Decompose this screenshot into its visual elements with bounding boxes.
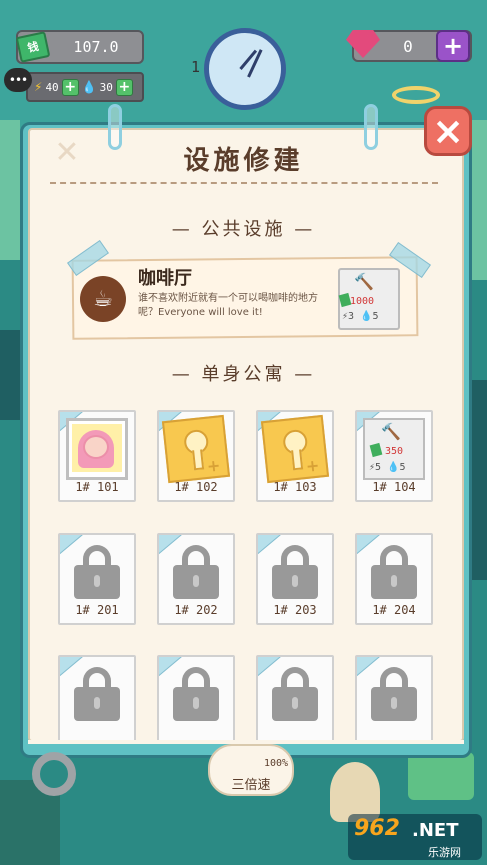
facility-description: 谁不喜欢附近就有一个可以喝咖啡的地方呢？Everyone will love i… (138, 293, 318, 318)
room-card[interactable] (157, 655, 235, 742)
lock-icon (264, 541, 326, 603)
water-drop-icon: 💧 (81, 80, 97, 94)
energy-value: 40 (45, 80, 59, 94)
watermark-text: 乐游网 (428, 846, 461, 859)
cost-money: 1000 (350, 296, 375, 307)
room-card[interactable]: 1# 202 (157, 533, 235, 625)
lock-icon (165, 663, 227, 725)
room-label: 1# 104 (372, 480, 416, 494)
speed-label: 三倍速 (231, 778, 271, 793)
room-card[interactable] (355, 655, 433, 742)
add-water-button[interactable]: + (115, 78, 133, 96)
room-card[interactable]: 1# 204 (355, 533, 433, 625)
room-label: 1# 103 (273, 480, 317, 494)
divider (50, 182, 438, 184)
gem-value: 0 (403, 36, 413, 56)
halo-icon (392, 86, 440, 104)
lock-icon (264, 663, 326, 725)
room-card[interactable]: 🔨 350 ⚡5 💧5 1# 104 (355, 410, 433, 502)
lamp-icon (330, 762, 380, 822)
section-title-public: — 公共设施 — (171, 219, 316, 240)
lock-icon (66, 541, 128, 603)
cost-resources: ⚡5 💧5 (369, 462, 406, 473)
hammer-icon: 🔨 (354, 272, 374, 291)
room-card[interactable]: 1# 201 (58, 533, 136, 625)
cost-resources: ⚡3 💧5 (342, 311, 379, 322)
resource-panel: ⚡ 40 + 💧 30 + (26, 72, 144, 102)
section-title-apartment: — 单身公寓 — (171, 364, 316, 385)
cost-water: 5 (372, 311, 379, 322)
room-card[interactable]: +1# 103 (256, 410, 334, 502)
room-label: 1# 102 (174, 480, 218, 494)
watermark-number: 962 (354, 816, 400, 841)
cash-icon (369, 442, 383, 458)
room-label: 1# 204 (372, 603, 416, 617)
gear-icon[interactable] (32, 752, 76, 796)
lock-icon (165, 541, 227, 603)
key-unlock-icon: + (260, 414, 330, 484)
watermark-net: .NET (412, 820, 459, 841)
speed-percent: 100% (264, 758, 289, 769)
add-gem-button[interactable]: + (436, 30, 470, 62)
room-label: 1# 202 (174, 603, 218, 617)
key-unlock-icon: + (161, 414, 231, 484)
lock-icon (66, 663, 128, 725)
room-label: 1# 201 (75, 603, 119, 617)
lock-icon (363, 663, 425, 725)
room-card[interactable]: 1# 203 (256, 533, 334, 625)
cost-money: 350 (385, 446, 404, 457)
clock-digit: 1 (191, 58, 201, 76)
room-card[interactable] (256, 655, 334, 742)
coffee-cup-icon: ☕ (80, 276, 126, 322)
money-value: 107.0 (73, 38, 119, 56)
room-card[interactable] (58, 655, 136, 742)
room-card[interactable]: +1# 102 (157, 410, 235, 502)
hammer-icon: 🔨 (381, 422, 401, 441)
build-cost-box: 🔨 350 ⚡5 💧5 (363, 418, 425, 480)
dialog-title: 设施修建 (183, 146, 304, 176)
water-value: 30 (99, 80, 113, 94)
chat-icon[interactable]: ••• (4, 68, 32, 92)
energy-icon: ⚡ (34, 80, 43, 94)
clock-icon[interactable] (204, 28, 286, 110)
room-card[interactable]: 1# 101 (58, 410, 136, 502)
room-label: 1# 203 (273, 603, 317, 617)
cost-energy: 3 (348, 311, 355, 322)
facility-name: 咖啡厅 (138, 268, 192, 289)
lock-icon (363, 541, 425, 603)
add-energy-button[interactable]: + (61, 78, 79, 96)
tenant-portrait (66, 418, 128, 480)
room-label: 1# 101 (75, 480, 119, 494)
